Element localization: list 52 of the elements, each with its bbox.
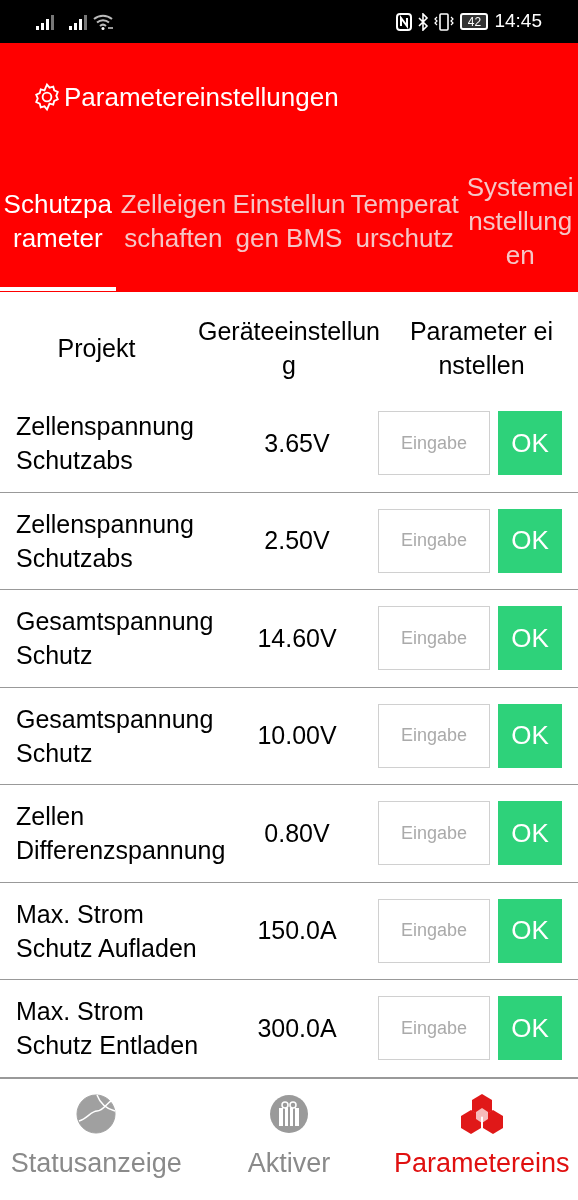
column-header: Geräteeinstellung	[196, 315, 382, 381]
tab[interactable]: Systemeinstellungen	[462, 151, 578, 287]
cubes-icon	[459, 1093, 504, 1135]
input-field[interactable]: Eingabe	[378, 508, 490, 573]
tab[interactable]: Einstellungen BMS	[231, 151, 347, 287]
nfc-icon	[396, 12, 413, 31]
row-label: Max. Strom Schutz Aufladen	[15, 898, 198, 964]
ok-button[interactable]: OK	[498, 703, 562, 768]
nav-tab[interactable]: Parametereins	[385, 1079, 578, 1200]
nav-tab[interactable]: Aktiver	[192, 1079, 386, 1200]
row-label: Zellenspannung Schutzabs	[15, 411, 195, 477]
signal-icon	[69, 13, 89, 30]
input-field[interactable]: Eingabe	[378, 898, 490, 963]
wifi-icon	[93, 13, 115, 30]
setting-value: 10.00V	[256, 720, 338, 751]
vibrate-icon	[434, 12, 455, 31]
input-field[interactable]: Eingabe	[378, 606, 490, 671]
ok-button[interactable]: OK	[498, 996, 562, 1061]
input-field[interactable]: Eingabe	[378, 703, 490, 768]
gift-icon	[268, 1093, 310, 1135]
input-field[interactable]: Eingabe	[378, 411, 490, 476]
bluetooth-icon	[417, 12, 430, 31]
tab[interactable]: Temperaturschutz	[346, 151, 463, 287]
signal-icon	[36, 13, 56, 30]
column-header: Parameter einstellen	[408, 315, 555, 381]
nav-tab[interactable]: Statusanzeige	[0, 1079, 193, 1200]
gear-icon	[32, 82, 62, 112]
setting-value: 2.50V	[263, 525, 331, 556]
setting-value: 150.0A	[256, 915, 338, 946]
ok-button[interactable]: OK	[498, 606, 562, 671]
setting-value: 3.65V	[263, 427, 331, 459]
column-header: Projekt	[56, 332, 137, 364]
row-label: Zellen Differenzspannung	[15, 801, 222, 867]
setting-value: 0.80V	[263, 817, 331, 849]
setting-value: 300.0A	[256, 1012, 338, 1044]
row-label: Gesamtspannung Schutz	[15, 703, 215, 769]
header-title: Parametereinstellungen	[64, 80, 339, 114]
battery-level: 42	[467, 15, 482, 28]
setting-value: 14.60V	[256, 622, 338, 654]
tab[interactable]: Zelleigenschaften	[115, 151, 232, 287]
row-label: Max. Strom Schutz Entladen	[15, 996, 200, 1062]
input-field[interactable]: Eingabe	[378, 801, 490, 866]
row-label: Gesamtspannung Schutz	[15, 606, 215, 672]
ok-button[interactable]: OK	[498, 801, 562, 866]
row-label: Zellenspannung Schutzabs	[15, 508, 195, 574]
ok-button[interactable]: OK	[498, 411, 562, 476]
clock: 14:45	[494, 9, 542, 34]
globe-icon	[75, 1093, 118, 1135]
ok-button[interactable]: OK	[498, 508, 562, 573]
input-field[interactable]: Eingabe	[378, 996, 490, 1061]
tab[interactable]: Schutzparameter	[0, 151, 116, 287]
ok-button[interactable]: OK	[498, 898, 562, 963]
